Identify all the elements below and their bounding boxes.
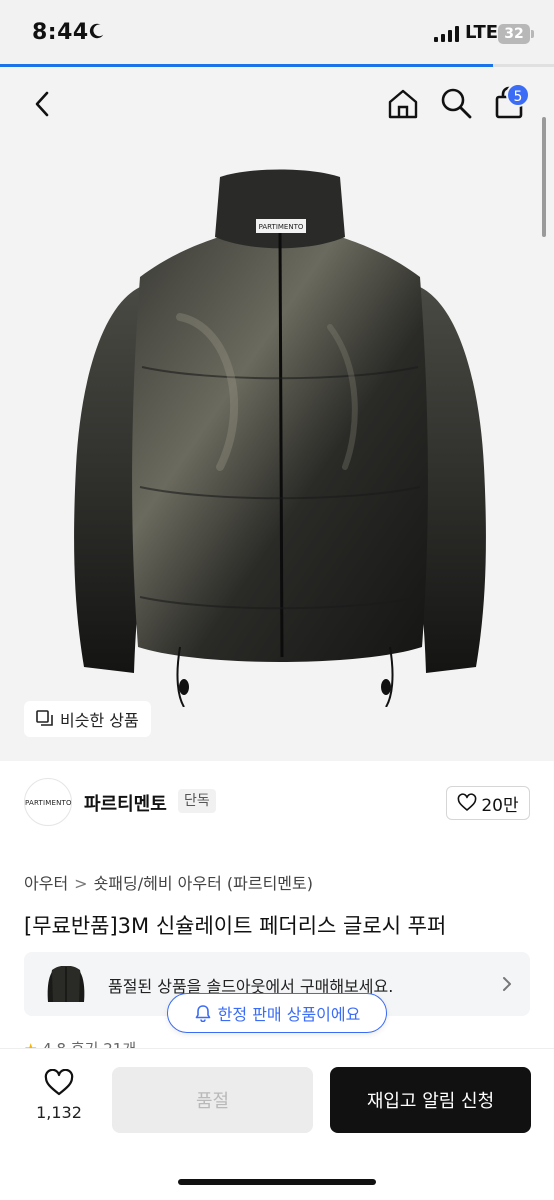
brand-like-button[interactable]: 20만: [446, 786, 530, 820]
heart-icon: [44, 1069, 74, 1096]
battery-icon: 32: [498, 24, 530, 44]
similar-icon: [36, 710, 53, 726]
brand-name[interactable]: 파르티멘토: [84, 790, 167, 816]
soldout-product-thumbnail: [47, 966, 85, 1002]
product-title: [무료반품]3M 신슐레이트 페더리스 글로시 푸퍼: [24, 914, 447, 938]
back-icon[interactable]: [28, 89, 58, 119]
limited-sale-text: 한정 판매 상품이에요: [217, 1005, 361, 1024]
brand-logo[interactable]: PARTIMENTO: [24, 778, 72, 826]
product-image-area[interactable]: 5 PARTIMENTO 비슷한 상품: [0, 67, 554, 761]
home-indicator[interactable]: [178, 1179, 376, 1185]
moon-icon: [89, 23, 104, 39]
breadcrumb-separator: >: [74, 874, 88, 893]
search-icon[interactable]: [440, 87, 472, 119]
breadcrumb-item-outer[interactable]: 아우터: [24, 874, 68, 893]
product-page: 8:44 LTE 32 5 PARTIMENTO 비슷한 상품 PARTIMEN…: [0, 0, 554, 1200]
product-jacket-image: PARTIMENTO: [74, 169, 486, 707]
chevron-right-icon: [503, 977, 511, 991]
soldout-button: 품절: [112, 1067, 313, 1133]
restock-alert-button[interactable]: 재입고 알림 신청: [330, 1067, 531, 1133]
bell-icon: [195, 1005, 210, 1022]
breadcrumb: 아우터 > 숏패딩/헤비 아우터 (파르티멘토): [24, 870, 313, 894]
scroll-indicator: [542, 117, 546, 237]
wishlist-button[interactable]: 1,132: [24, 1069, 94, 1122]
similar-products-button[interactable]: 비슷한 상품: [24, 701, 151, 737]
limited-sale-notice: 한정 판매 상품이에요: [167, 993, 387, 1033]
exclusive-badge: 단독: [178, 789, 216, 813]
cart-count-badge: 5: [506, 83, 530, 107]
wishlist-count: 1,132: [36, 1103, 82, 1122]
status-bar: 8:44 LTE 32: [0, 0, 554, 67]
similar-products-label: 비슷한 상품: [60, 711, 139, 730]
status-time: 8:44: [32, 20, 89, 45]
breadcrumb-item-short-padding[interactable]: 숏패딩/헤비 아우터 (파르티멘토): [94, 874, 313, 893]
home-icon[interactable]: [386, 87, 420, 121]
jacket-label-text: PARTIMENTO: [259, 223, 304, 231]
brand-like-count: 20만: [481, 795, 519, 816]
network-type: LTE: [465, 22, 499, 43]
bottom-action-bar: 1,132 품절 재입고 알림 신청: [0, 1048, 554, 1200]
brand-row: PARTIMENTO 파르티멘토 단독 20만: [0, 778, 554, 828]
signal-icon: [434, 26, 459, 42]
battery-tip: [531, 30, 534, 38]
heart-icon: [458, 793, 477, 811]
